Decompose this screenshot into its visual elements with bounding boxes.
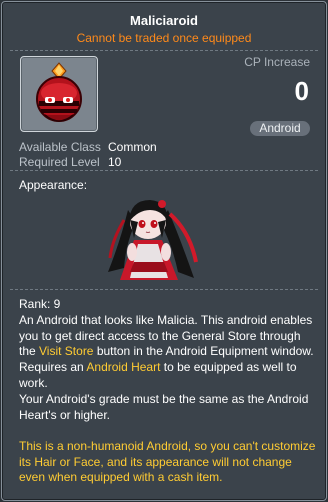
divider — [10, 50, 318, 51]
android-head-icon — [36, 62, 82, 122]
required-level-value: 10 — [108, 155, 122, 169]
item-description: Rank: 9 An Android that looks like Malic… — [19, 297, 319, 423]
android-character-sprite — [108, 200, 198, 280]
visit-store-highlight: Visit Store — [39, 344, 94, 359]
divider — [10, 289, 318, 290]
divider — [10, 170, 318, 171]
appearance-label: Appearance: — [19, 178, 88, 192]
item-icon-frame — [20, 56, 98, 132]
trade-restriction: Cannot be traded once equipped — [76, 31, 252, 45]
available-class-label: Available Class — [19, 140, 101, 154]
non-humanoid-note: This is a non-humanoid Android, so you c… — [19, 439, 316, 485]
cp-increase-value: 0 — [294, 76, 309, 106]
item-title: Maliciaroid — [130, 13, 198, 28]
required-level-label: Required Level — [19, 155, 100, 169]
available-class-value: Common — [108, 140, 157, 154]
description-text: An Android that looks like Malicia. This… — [19, 313, 319, 392]
android-heart-highlight: Android Heart — [86, 360, 161, 375]
grade-requirement-text: Your Android's grade must be the same as… — [19, 391, 309, 422]
item-tooltip: Maliciaroid Cannot be traded once equipp… — [1, 1, 327, 501]
cp-increase-label: CP Increase — [244, 55, 310, 69]
item-type-badge: Android — [250, 121, 310, 136]
rank-text: Rank: 9 — [19, 297, 61, 311]
